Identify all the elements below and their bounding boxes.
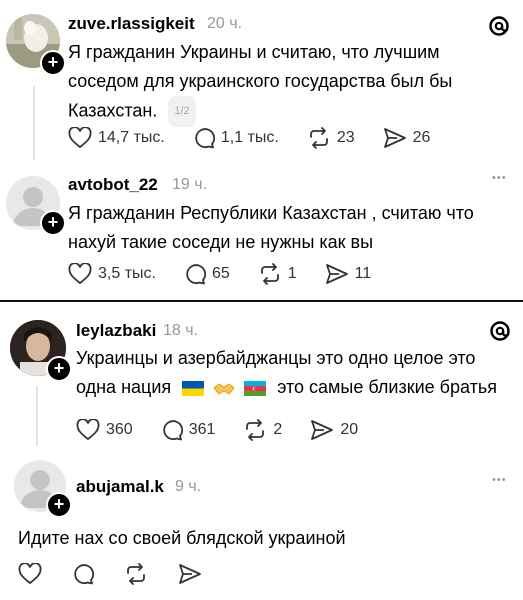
handshake-emoji <box>213 383 235 395</box>
like-count: 360 <box>106 421 133 438</box>
post-text-content: Я гражданин Украины и считаю, что лучшим… <box>68 42 453 121</box>
post-text: Украинцы и азербайджанцы это одно целое … <box>76 344 516 402</box>
avatar-container-1[interactable]: + <box>6 14 66 76</box>
comment-icon <box>162 420 183 441</box>
azerbaijan-flag-emoji <box>244 380 267 396</box>
send-icon <box>325 264 348 284</box>
share-count: 11 <box>354 265 372 282</box>
like-button[interactable]: 14,7 тыс. <box>68 127 165 149</box>
reply-text: Идите нах со своей блядской украиной <box>18 528 346 548</box>
username[interactable]: zuve.rlassigkeit <box>68 14 195 34</box>
repost-button[interactable]: 1 <box>258 263 297 285</box>
repost-count: 23 <box>336 129 355 146</box>
avatar-container-4[interactable]: + <box>14 460 74 520</box>
like-button[interactable]: 360 <box>76 419 133 441</box>
post-actions: 14,7 тыс. 1,1 тыс. 23 26 <box>68 127 458 149</box>
comment-icon <box>74 564 94 585</box>
reply-count: 1,1 тыс. <box>220 129 279 146</box>
repost-button[interactable]: 2 <box>243 419 282 441</box>
share-count: 26 <box>412 129 431 146</box>
like-count: 14,7 тыс. <box>98 129 165 146</box>
username[interactable]: leylazbaki <box>76 321 156 341</box>
username[interactable]: abujamal.k <box>76 477 164 497</box>
reply-button[interactable]: 361 <box>161 419 216 441</box>
heart-icon <box>68 263 92 285</box>
reply-button[interactable] <box>72 563 94 585</box>
reply-button[interactable]: 1,1 тыс. <box>193 127 279 149</box>
post-actions: 360 361 2 20 <box>76 419 386 441</box>
ukraine-flag-emoji <box>182 380 205 396</box>
post-text-line-2: одна нация это самые близкие братья <box>76 373 516 402</box>
follow-plus-icon[interactable]: + <box>40 210 66 236</box>
repost-button[interactable]: 23 <box>307 127 355 149</box>
post-time: 18 ч. <box>163 322 199 339</box>
share-count: 20 <box>340 421 359 438</box>
comment-icon <box>186 264 206 285</box>
repost-button[interactable] <box>124 563 148 585</box>
reply-text-line-1: Я гражданин Республики Казахстан , счита… <box>68 203 474 223</box>
share-button[interactable]: 11 <box>325 263 372 285</box>
screenshot-divider <box>0 300 523 302</box>
post-time: 20 ч. <box>207 15 243 32</box>
share-button[interactable]: 26 <box>383 127 431 149</box>
more-options-icon[interactable]: ••• <box>492 474 507 486</box>
repost-count: 2 <box>273 421 283 438</box>
more-options-icon[interactable]: ••• <box>492 172 507 184</box>
media-pager[interactable]: 1/2 <box>168 96 196 127</box>
like-button[interactable]: 3,5 тыс. <box>68 263 156 285</box>
heart-icon <box>68 127 92 149</box>
reply-count: 65 <box>211 265 230 282</box>
thread-line <box>33 86 35 160</box>
like-count: 3,5 тыс. <box>98 265 156 282</box>
post-text-part-b: это самые близкие братья <box>277 377 497 397</box>
reply-actions <box>18 563 230 585</box>
send-icon <box>179 564 201 584</box>
heart-icon <box>76 419 100 441</box>
reply-text-line-2: нахуй такие соседи не нужны как вы <box>68 232 374 252</box>
reply-button[interactable]: 65 <box>184 263 230 285</box>
post-text-line-1: Украинцы и азербайджанцы это одно целое … <box>76 348 476 368</box>
send-icon <box>311 420 334 440</box>
reply-text: Я гражданин Республики Казахстан , счита… <box>68 199 508 257</box>
repost-icon <box>127 563 145 585</box>
repost-icon <box>309 127 328 149</box>
share-button[interactable] <box>178 563 202 585</box>
follow-plus-icon[interactable]: + <box>46 356 72 382</box>
comment-icon <box>195 128 215 149</box>
heart-icon <box>18 563 42 585</box>
username[interactable]: avtobot_22 <box>68 175 158 195</box>
follow-plus-icon[interactable]: + <box>46 492 72 518</box>
like-button[interactable] <box>18 563 42 585</box>
follow-plus-icon[interactable]: + <box>40 50 66 76</box>
repost-icon <box>260 263 279 285</box>
avatar-container-2[interactable]: + <box>6 176 66 236</box>
share-button[interactable]: 20 <box>310 419 358 441</box>
repost-count: 1 <box>287 265 297 282</box>
post-time: 19 ч. <box>172 176 208 193</box>
thread-line <box>36 386 38 446</box>
post-time: 9 ч. <box>175 478 202 495</box>
reply-count: 361 <box>188 421 216 438</box>
avatar-container-3[interactable]: + <box>10 320 72 382</box>
reply-actions: 3,5 тыс. 65 1 11 <box>68 263 399 285</box>
post-text: Я гражданин Украины и считаю, что лучшим… <box>68 38 498 127</box>
repost-icon <box>246 419 265 441</box>
post-text-part-a: одна нация <box>76 377 172 397</box>
send-icon <box>383 128 406 148</box>
